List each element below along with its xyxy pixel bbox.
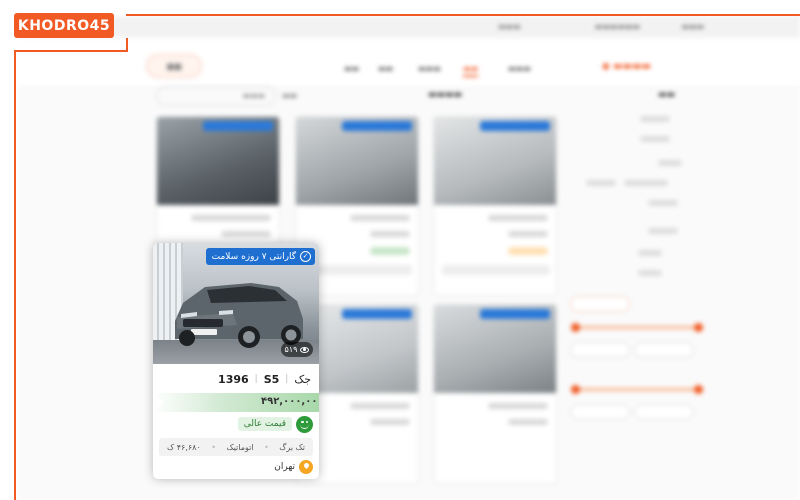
- nav-item[interactable]: ▬▬▬: [418, 64, 441, 73]
- list-title: ▬▬▬▬: [428, 90, 463, 100]
- site-logo[interactable]: ◆ ▬▬▬▬: [602, 56, 706, 76]
- car-specs: تک برگ • اتوماتیک • ۴۶,۶۸۰ ک: [159, 438, 313, 456]
- frame-line-left: [14, 50, 16, 500]
- spec-mileage: ۴۶,۶۸۰ ک: [167, 442, 201, 452]
- search-button[interactable]: ■■: [146, 54, 202, 78]
- frame-corner: [14, 38, 128, 52]
- listing-card[interactable]: [433, 116, 557, 296]
- car-price: ۴۹۲,۰۰۰,۰۰۰: [261, 396, 319, 407]
- views-badge: ۵۱۹: [281, 342, 313, 357]
- site-header: ■■ ▬▬ ▬▬ ▬▬▬ ▬▬ ▬▬▬ ◆ ▬▬▬▬: [18, 38, 800, 88]
- sort-label: ▬▬: [282, 91, 298, 100]
- car-model: S5: [263, 372, 280, 386]
- nav-item[interactable]: ▬▬: [463, 64, 479, 77]
- warranty-text: گارانتی ۷ روزه سلامت: [211, 251, 296, 262]
- check-circle-icon: ✓: [300, 251, 311, 262]
- price-grade-label: قیمت عالی: [237, 417, 292, 431]
- location-text: تهران: [274, 462, 295, 472]
- smile-icon: [296, 415, 313, 433]
- car-location: تهران: [274, 459, 313, 475]
- top-bar: ▬▬▬ ▬▬▬▬▬▬ ▬▬▬: [18, 16, 800, 38]
- nav-item[interactable]: ▬▬: [378, 64, 393, 73]
- title-separator: |: [254, 374, 258, 384]
- nav-item[interactable]: ▬▬▬: [508, 64, 531, 73]
- background-page: ▬▬▬ ▬▬▬▬▬▬ ▬▬▬ ■■ ▬▬ ▬▬ ▬▬▬ ▬▬ ▬▬▬ ◆ ▬▬▬…: [18, 16, 800, 500]
- spec-color: تک برگ: [279, 442, 305, 452]
- frame-line-top: [126, 14, 800, 16]
- warranty-badge: ✓ گارانتی ۷ روزه سلامت: [205, 248, 315, 265]
- car-title[interactable]: جک | S5 | 1396: [218, 371, 311, 387]
- spec-divider: •: [264, 442, 269, 452]
- views-count: ۵۱۹: [284, 345, 298, 354]
- location-pin-icon: [299, 460, 313, 474]
- filter-slider[interactable]: [571, 323, 703, 332]
- brand-badge: KHODRO45: [14, 13, 114, 38]
- car-year: 1396: [218, 372, 249, 386]
- spec-divider: •: [211, 442, 216, 452]
- title-separator: |: [285, 374, 289, 384]
- nav-item[interactable]: ▬▬: [344, 64, 359, 73]
- featured-listing-card[interactable]: ✓ گارانتی ۷ روزه سلامت ۵۱۹ جک | S5 | 139…: [153, 243, 319, 479]
- sort-select[interactable]: ▬▬▬: [156, 86, 276, 106]
- spec-transmission: اتوماتیک: [226, 442, 254, 452]
- car-photo[interactable]: ✓ گارانتی ۷ روزه سلامت ۵۱۹: [153, 243, 319, 364]
- price-grade: قیمت عالی: [237, 415, 313, 433]
- eye-icon: [300, 346, 310, 353]
- car-make: جک: [294, 372, 311, 386]
- filter-title: ▬▬: [658, 90, 676, 100]
- listing-card[interactable]: [433, 304, 557, 484]
- filter-slider[interactable]: [571, 385, 703, 394]
